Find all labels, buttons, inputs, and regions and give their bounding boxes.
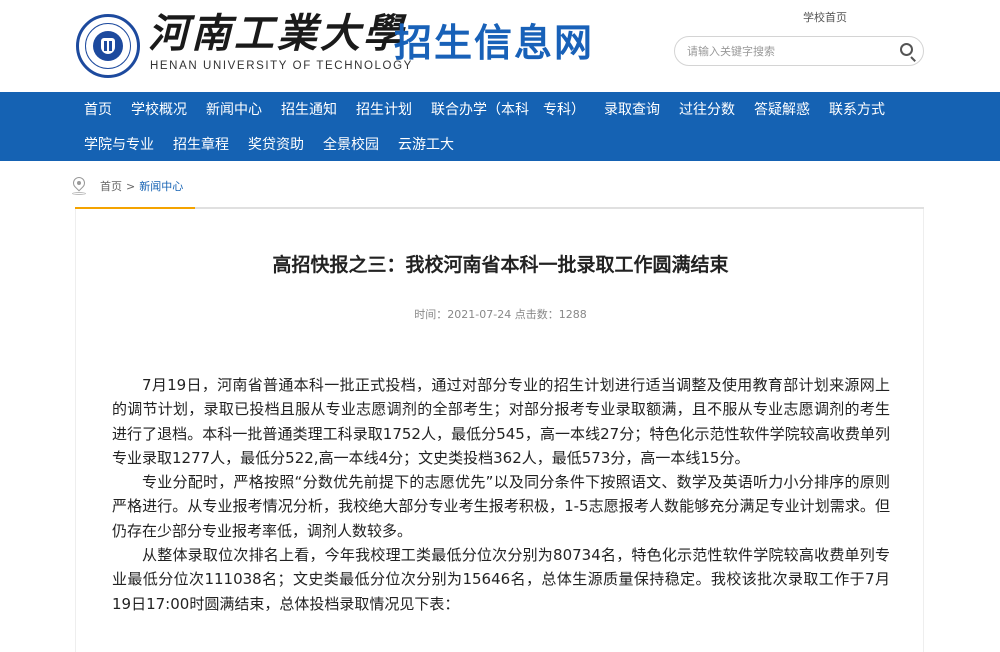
- breadcrumb-home[interactable]: 首页: [100, 178, 122, 194]
- article-paragraph: 从整体录取位次排名上看，今年我校理工类最低分位次分别为80734名，特色化示范性…: [112, 546, 890, 613]
- school-name-en: HENAN UNIVERSITY OF TECHNOLOGY: [150, 60, 413, 72]
- search-input[interactable]: [687, 42, 887, 60]
- nav-item-past-scores[interactable]: 过往分数: [679, 101, 735, 119]
- search-box: [674, 36, 924, 66]
- search-button[interactable]: [897, 41, 919, 63]
- seal-mark: [104, 41, 112, 51]
- nav-item-plans[interactable]: 招生计划: [356, 101, 412, 119]
- main-nav: 首页 学校概况 新闻中心 招生通知 招生计划 联合办学（本科 专科） 录取查询 …: [0, 92, 1000, 161]
- nav-item-colleges[interactable]: 学院与专业: [84, 136, 154, 154]
- site-header: 河南工業大學 HENAN UNIVERSITY OF TECHNOLOGY 招生…: [0, 0, 1000, 92]
- pin-base: [72, 192, 86, 195]
- school-name-cn[interactable]: 河南工業大學: [148, 10, 406, 58]
- article-paragraph: 专业分配时，严格按照“分数优先前提下的志愿优先”以及同分条件下按照语文、数学及英…: [112, 473, 890, 540]
- nav-item-news[interactable]: 新闻中心: [206, 101, 262, 119]
- seal-core: [93, 31, 123, 61]
- nav-item-contact[interactable]: 联系方式: [829, 101, 885, 119]
- school-home-link[interactable]: 学校首页: [803, 9, 847, 25]
- article-body: 7月19日，河南省普通本科一批正式投档，通过对部分专业的招生计划进行适当调整及使…: [112, 373, 890, 616]
- breadcrumb: 首页 > 新闻中心: [70, 174, 183, 196]
- university-seal-logo[interactable]: [76, 14, 140, 78]
- nav-item-panorama[interactable]: 全景校园: [323, 136, 379, 154]
- nav-item-home[interactable]: 首页: [84, 101, 112, 119]
- article-paragraph: 7月19日，河南省普通本科一批正式投档，通过对部分专业的招生计划进行适当调整及使…: [112, 376, 890, 467]
- nav-row-1: 首页 学校概况 新闻中心 招生通知 招生计划 联合办学（本科 专科） 录取查询 …: [84, 101, 904, 119]
- article-meta: 时间：2021-07-24 点击数：1288: [414, 308, 587, 321]
- pin-dot: [77, 181, 81, 185]
- nav-item-faq[interactable]: 答疑解惑: [754, 101, 810, 119]
- search-icon-handle: [910, 56, 916, 62]
- nav-item-notices[interactable]: 招生通知: [281, 101, 337, 119]
- nav-item-admission-query[interactable]: 录取查询: [604, 101, 660, 119]
- nav-row-2: 学院与专业 招生章程 奖贷资助 全景校园 云游工大: [84, 136, 473, 154]
- nav-item-charter[interactable]: 招生章程: [173, 136, 229, 154]
- site-name[interactable]: 招生信息网: [394, 16, 594, 70]
- breadcrumb-separator: >: [126, 179, 136, 193]
- nav-item-financial-aid[interactable]: 奖贷资助: [248, 136, 304, 154]
- nav-item-overview[interactable]: 学校概况: [131, 101, 187, 119]
- article-container: 高招快报之三：我校河南省本科一批录取工作圆满结束 时间：2021-07-24 点…: [75, 209, 924, 652]
- nav-item-virtual-tour[interactable]: 云游工大: [398, 136, 454, 154]
- nav-item-joint-programs[interactable]: 联合办学（本科 专科）: [431, 101, 585, 119]
- search-icon-lens: [900, 43, 913, 56]
- location-pin-icon: [70, 174, 88, 195]
- breadcrumb-current[interactable]: 新闻中心: [139, 178, 183, 194]
- article-title: 高招快报之三：我校河南省本科一批录取工作圆满结束: [272, 254, 729, 276]
